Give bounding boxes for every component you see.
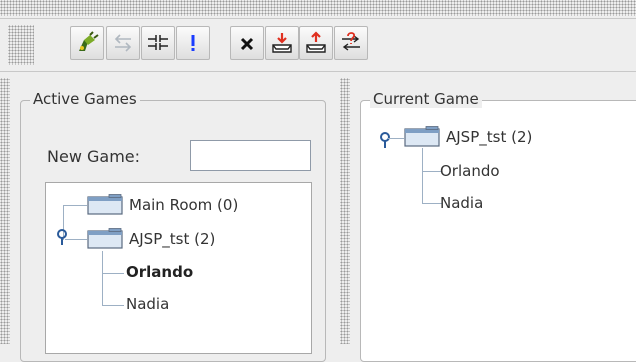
current-tree-node-ajsp-tst[interactable]: AJSP_tst (2) bbox=[404, 126, 532, 148]
active-games-tree: Main Room (0) AJSP_tst (2) Orlando Nadia bbox=[45, 182, 312, 354]
close-game-button[interactable] bbox=[230, 26, 264, 60]
connect-button[interactable] bbox=[70, 26, 104, 60]
current-game-panel: Current Game AJSP_tst (2) Orlando Nadia bbox=[352, 78, 636, 362]
folder-icon bbox=[87, 194, 123, 215]
x-icon bbox=[240, 37, 254, 51]
swap-button[interactable] bbox=[106, 26, 140, 60]
current-player-orlando[interactable]: Orlando bbox=[440, 160, 500, 182]
download-button[interactable] bbox=[265, 26, 299, 60]
new-game-label: New Game: bbox=[47, 147, 141, 166]
current-game-title: Current Game bbox=[370, 90, 482, 108]
tree-node-label: Main Room (0) bbox=[129, 196, 239, 214]
transfer-button[interactable] bbox=[334, 26, 368, 60]
app-window: Active Games New Game: Main Room (0) AJS… bbox=[0, 0, 636, 362]
tree-node-main-room[interactable]: Main Room (0) bbox=[87, 194, 238, 216]
expanded-handle-icon[interactable] bbox=[55, 229, 69, 245]
inbox-down-icon bbox=[272, 33, 292, 53]
split-button[interactable] bbox=[141, 26, 175, 60]
tree-node-ajsp-tst[interactable]: AJSP_tst (2) bbox=[87, 228, 215, 250]
transfer-question-icon bbox=[342, 32, 360, 51]
exclamation-icon bbox=[191, 35, 195, 51]
tree-player-orlando[interactable]: Orlando bbox=[126, 261, 193, 283]
split-icon bbox=[148, 35, 168, 50]
swap-arrows-icon bbox=[114, 34, 132, 52]
upload-button[interactable] bbox=[299, 26, 333, 60]
tree-node-label: AJSP_tst (2) bbox=[129, 230, 216, 248]
panel-splitter[interactable] bbox=[340, 78, 350, 344]
inbox-up-icon bbox=[306, 31, 326, 53]
tree-player-nadia[interactable]: Nadia bbox=[126, 293, 169, 315]
folder-icon bbox=[87, 228, 123, 249]
toolbar-grip[interactable] bbox=[8, 25, 34, 65]
alert-button[interactable] bbox=[176, 26, 210, 60]
new-game-input[interactable] bbox=[190, 140, 311, 171]
tree-node-label: AJSP_tst (2) bbox=[446, 128, 533, 146]
main-toolbar bbox=[0, 18, 636, 72]
expanded-handle-icon[interactable] bbox=[378, 132, 392, 148]
top-dock-grip[interactable] bbox=[0, 0, 636, 16]
current-game-tree: AJSP_tst (2) Orlando Nadia bbox=[366, 118, 634, 318]
active-games-title: Active Games bbox=[30, 90, 140, 108]
folder-icon bbox=[404, 126, 440, 147]
active-games-panel: Active Games New Game: Main Room (0) AJS… bbox=[12, 78, 330, 362]
left-dock-grip[interactable] bbox=[0, 78, 10, 344]
plug-icon bbox=[79, 31, 99, 51]
current-player-nadia[interactable]: Nadia bbox=[440, 192, 483, 214]
